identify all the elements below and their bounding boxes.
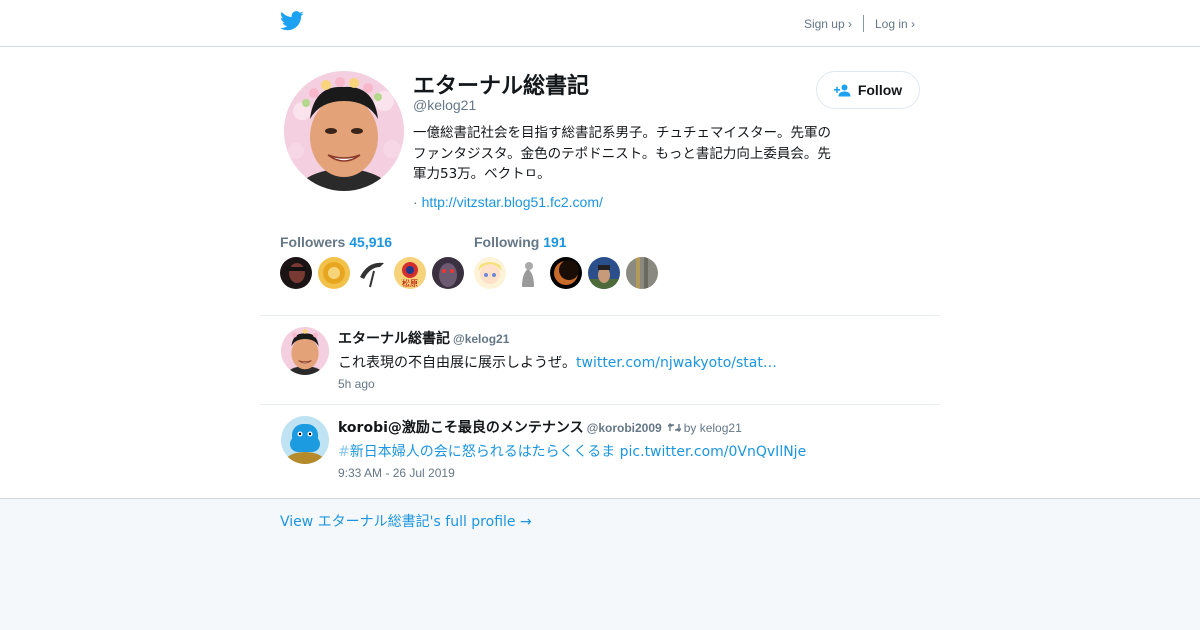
auth-links: Sign up › Log in › <box>804 15 915 32</box>
follower-avatar-text: 松原 <box>402 278 418 288</box>
tweet-text: #新日本婦人の会に怒られるはたらくくるま pic.twitter.com/0Vn… <box>338 441 806 461</box>
auth-divider <box>862 15 864 32</box>
retweet-indicator: by kelog21 <box>667 421 742 435</box>
signup-link[interactable]: Sign up › <box>804 17 852 31</box>
follower-avatar[interactable] <box>432 257 464 289</box>
followers-number: 45,916 <box>349 234 393 250</box>
retweet-icon <box>667 422 682 433</box>
following-avatar[interactable] <box>626 257 658 289</box>
following-avatar[interactable] <box>474 257 506 289</box>
tweet-body: これ表現の不自由展に展示しようぜ。 <box>338 355 576 371</box>
tweet-author-handle[interactable]: @kelog21 <box>453 332 509 346</box>
follower-avatar[interactable] <box>318 257 350 289</box>
twitter-bird-icon[interactable] <box>280 11 304 31</box>
follower-avatar[interactable] <box>356 257 388 289</box>
profile-url-row: · http://vitzstar.blog51.fc2.com/ <box>413 194 603 210</box>
tweet-timestamp[interactable]: 9:33 AM - 26 Jul 2019 <box>338 466 455 480</box>
profile-handle: @kelog21 <box>413 97 477 113</box>
followers-label: Followers <box>280 234 346 250</box>
tweet-avatar[interactable] <box>281 327 329 375</box>
follower-avatar[interactable] <box>280 257 312 289</box>
tweet-header: エターナル総書記 @kelog21 <box>338 328 509 348</box>
full-profile-link[interactable]: View エターナル総書記's full profile → <box>280 511 532 531</box>
url-bullet: · <box>413 194 418 210</box>
hashtag-symbol: # <box>338 444 350 460</box>
retweet-by[interactable]: by kelog21 <box>684 421 742 435</box>
follow-label: Follow <box>857 82 903 98</box>
tweet-avatar[interactable] <box>281 416 329 464</box>
following-number: 191 <box>543 234 567 250</box>
hashtag-link[interactable]: #新日本婦人の会に怒られるはたらくくるま <box>338 444 615 460</box>
profile-card: エターナル総書記 @kelog21 Follow 一億総書記社会を目指す総書記系… <box>0 47 1200 499</box>
tweet-text: これ表現の不自由展に展示しようぜ。twitter.com/njwakyoto/s… <box>338 352 777 372</box>
profile-url-link[interactable]: http://vitzstar.blog51.fc2.com/ <box>422 194 603 210</box>
tweet-link[interactable]: twitter.com/njwakyoto/stat… <box>576 355 777 371</box>
divider <box>260 404 940 405</box>
tweet-media-link[interactable]: pic.twitter.com/0VnQvIlNje <box>620 444 807 460</box>
followers-count[interactable]: Followers 45,916 <box>280 234 392 250</box>
follow-button[interactable]: Follow <box>816 71 920 109</box>
add-user-icon <box>833 84 851 96</box>
login-link[interactable]: Log in › <box>875 17 915 31</box>
profile-name: エターナル総書記 <box>413 74 590 99</box>
hashtag-text: 新日本婦人の会に怒られるはたらくくるま <box>349 444 616 460</box>
top-bar: Sign up › Log in › <box>0 0 1200 47</box>
following-label: Following <box>474 234 540 250</box>
profile-avatar[interactable] <box>284 71 404 191</box>
profile-bio: 一億総書記社会を目指す総書記系男子。チュチェマイスター。先軍のファンタジスタ。金… <box>413 125 831 182</box>
tweet-author-name[interactable]: エターナル総書記 <box>338 331 450 347</box>
divider <box>260 315 940 316</box>
tweet-header: korobi@激励こそ最良のメンテナンス @korobi2009 by kelog2… <box>338 417 742 437</box>
tweet-author-name[interactable]: korobi@激励こそ最良のメンテナンス <box>338 420 584 436</box>
following-avatar[interactable] <box>550 257 582 289</box>
tweet-author-handle[interactable]: @korobi2009 <box>587 421 662 435</box>
follower-avatars: 松原 <box>280 257 470 289</box>
following-avatar[interactable] <box>512 257 544 289</box>
following-avatars <box>474 257 664 289</box>
following-count[interactable]: Following 191 <box>474 234 567 250</box>
following-avatar[interactable] <box>588 257 620 289</box>
follower-avatar[interactable]: 松原 <box>394 257 426 289</box>
tweet-timestamp[interactable]: 5h ago <box>338 377 375 391</box>
